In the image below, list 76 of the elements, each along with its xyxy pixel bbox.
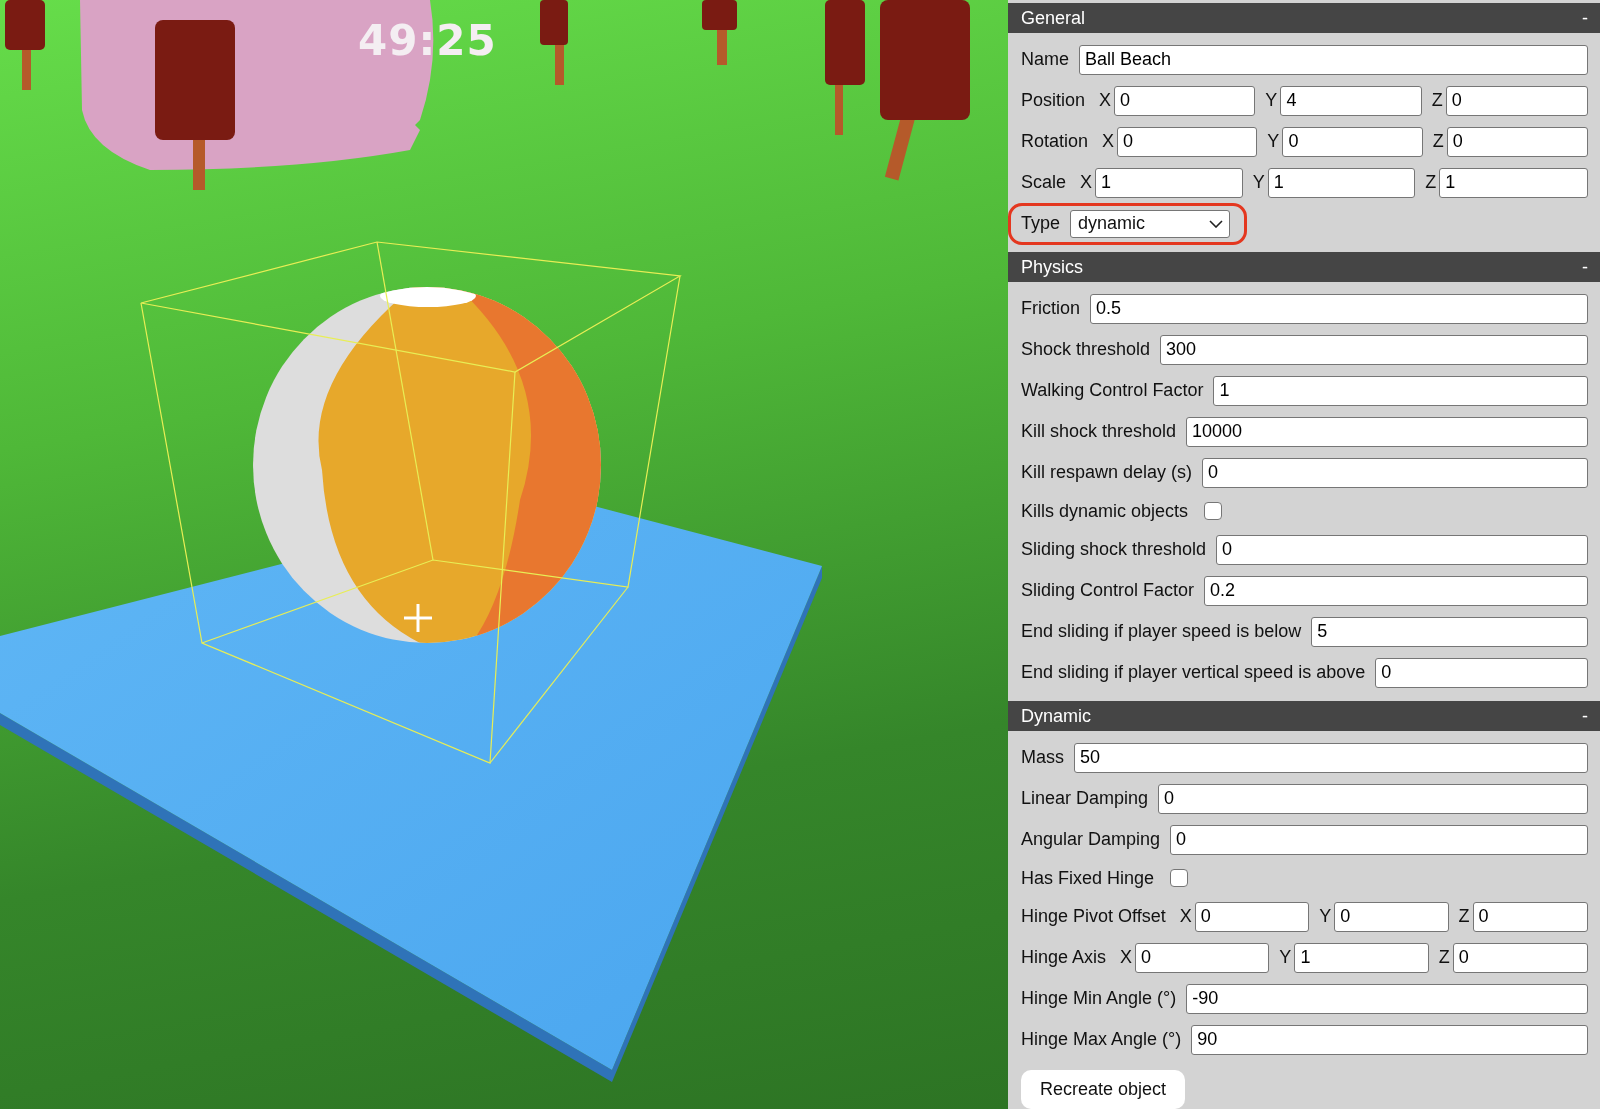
text-field[interactable]: 0.2 bbox=[1204, 575, 1588, 606]
collapse-button[interactable]: - bbox=[1582, 256, 1588, 278]
number-field[interactable]: 1 bbox=[1294, 942, 1429, 973]
text-field[interactable]: 5 bbox=[1311, 616, 1588, 647]
field-label: Friction bbox=[1021, 298, 1080, 319]
field-label: Name bbox=[1021, 49, 1069, 70]
text-field[interactable]: Ball Beach bbox=[1079, 44, 1588, 75]
field-label: Has Fixed Hinge bbox=[1021, 867, 1155, 889]
text-field[interactable]: 0 bbox=[1375, 657, 1588, 688]
field-label: End sliding if player speed is below bbox=[1021, 621, 1302, 642]
field-label: Sliding shock threshold bbox=[1021, 539, 1207, 560]
field-label: Kills dynamic objects bbox=[1021, 500, 1189, 522]
axis-label: X bbox=[1099, 90, 1112, 111]
text-field[interactable]: 0.5 bbox=[1090, 293, 1588, 324]
number-field[interactable]: 0 bbox=[1445, 85, 1588, 116]
axis-label: Z bbox=[1458, 906, 1470, 927]
text-field[interactable]: 300 bbox=[1160, 334, 1588, 365]
text-field[interactable]: -90 bbox=[1186, 983, 1588, 1014]
number-field[interactable]: 0 bbox=[1452, 942, 1588, 973]
field-label: Hinge Min Angle (°) bbox=[1021, 988, 1177, 1009]
number-field[interactable]: 0 bbox=[1446, 126, 1588, 157]
number-field[interactable]: 4 bbox=[1280, 85, 1422, 116]
field-label: Shock threshold bbox=[1021, 339, 1151, 360]
field-label: Kill shock threshold bbox=[1021, 421, 1177, 442]
field-label: Scale bbox=[1021, 172, 1067, 193]
axis-label: Y bbox=[1252, 172, 1265, 193]
number-field[interactable]: 0 bbox=[1117, 126, 1258, 157]
axis-label: X bbox=[1120, 947, 1133, 968]
field-label: Sliding Control Factor bbox=[1021, 580, 1195, 601]
type-dropdown[interactable]: dynamic bbox=[1070, 209, 1231, 238]
field-label: Position bbox=[1021, 90, 1086, 111]
field-label: Rotation bbox=[1021, 131, 1089, 152]
section-title: General bbox=[1021, 7, 1086, 29]
text-field[interactable]: 0 bbox=[1202, 457, 1588, 488]
number-field[interactable]: 1 bbox=[1095, 167, 1243, 198]
number-field[interactable]: 0 bbox=[1334, 901, 1449, 932]
number-field[interactable]: 0 bbox=[1472, 901, 1588, 932]
field-label: Hinge Pivot Offset bbox=[1021, 906, 1166, 927]
axis-label: X bbox=[1102, 131, 1115, 152]
field-label: Walking Control Factor bbox=[1021, 380, 1204, 401]
axis-label: Z bbox=[1432, 131, 1444, 152]
number-field[interactable]: 1 bbox=[1267, 167, 1416, 198]
field-label: End sliding if player vertical speed is above bbox=[1021, 662, 1366, 683]
recreate-object-button[interactable]: Recreate object bbox=[1021, 1070, 1186, 1109]
axis-label: X bbox=[1179, 906, 1192, 927]
number-field[interactable]: 0 bbox=[1194, 901, 1310, 932]
section-title: Physics bbox=[1021, 256, 1083, 278]
number-field[interactable]: 0 bbox=[1135, 942, 1270, 973]
axis-label: Y bbox=[1279, 947, 1292, 968]
axis-label: Z bbox=[1431, 90, 1443, 111]
field-label: Mass bbox=[1021, 747, 1064, 768]
number-field[interactable]: 0 bbox=[1114, 85, 1256, 116]
number-field[interactable]: 0 bbox=[1282, 126, 1423, 157]
section-title: Dynamic bbox=[1021, 705, 1091, 727]
collapse-button[interactable]: - bbox=[1582, 7, 1588, 29]
axis-label: Y bbox=[1265, 90, 1278, 111]
axis-label: Y bbox=[1319, 906, 1332, 927]
text-field[interactable]: 0 bbox=[1158, 783, 1588, 814]
text-field[interactable]: 0 bbox=[1216, 534, 1588, 565]
axis-label: X bbox=[1080, 172, 1093, 193]
collapse-button[interactable]: - bbox=[1582, 705, 1588, 727]
field-label: Linear Damping bbox=[1021, 788, 1149, 809]
field-label: Kill respawn delay (s) bbox=[1021, 462, 1193, 483]
text-field[interactable]: 90 bbox=[1191, 1024, 1588, 1055]
text-field[interactable]: 50 bbox=[1074, 742, 1588, 773]
number-field[interactable]: 1 bbox=[1439, 167, 1588, 198]
axis-label: Y bbox=[1267, 131, 1280, 152]
text-field[interactable]: 10000 bbox=[1186, 416, 1588, 447]
field-label: Hinge Axis bbox=[1021, 947, 1107, 968]
text-field[interactable]: 0 bbox=[1170, 824, 1588, 855]
field-label: Hinge Max Angle (°) bbox=[1021, 1029, 1182, 1050]
field-label: Angular Damping bbox=[1021, 829, 1161, 850]
text-field[interactable]: 1 bbox=[1213, 375, 1588, 406]
axis-label: Z bbox=[1438, 947, 1450, 968]
axis-label: Z bbox=[1425, 172, 1437, 193]
field-label: Type bbox=[1021, 213, 1061, 234]
